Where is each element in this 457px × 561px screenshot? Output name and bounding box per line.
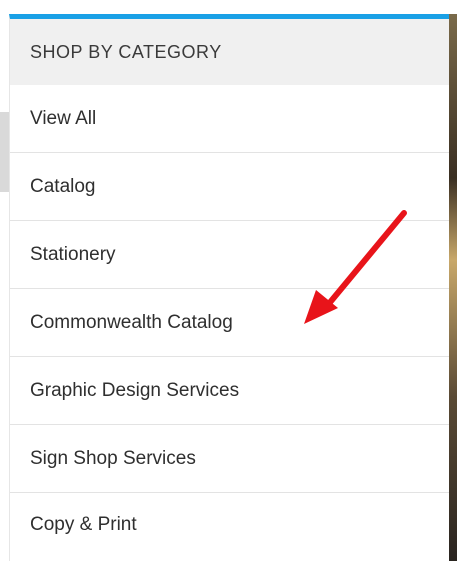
menu-item-catalog[interactable]: Catalog [10, 153, 449, 221]
menu-item-copy-print[interactable]: Copy & Print [10, 493, 449, 556]
background-image-edge [449, 14, 457, 561]
menu-item-label: Stationery [30, 243, 116, 265]
menu-item-graphic-design-services[interactable]: Graphic Design Services [10, 357, 449, 425]
menu-item-label: Copy & Print [30, 513, 137, 535]
menu-item-commonwealth-catalog[interactable]: Commonwealth Catalog [10, 289, 449, 357]
menu-item-sign-shop-services[interactable]: Sign Shop Services [10, 425, 449, 493]
dropdown-header-label: SHOP BY CATEGORY [30, 41, 222, 62]
menu-item-label: Commonwealth Catalog [30, 311, 233, 333]
dropdown-header: SHOP BY CATEGORY [10, 19, 449, 85]
background-strip [0, 112, 9, 192]
page: SHOP BY CATEGORY View All Catalog Statio… [0, 0, 457, 561]
menu-item-label: View All [30, 107, 97, 129]
menu-item-view-all[interactable]: View All [10, 85, 449, 153]
menu-item-label: Graphic Design Services [30, 379, 240, 401]
menu-item-label: Catalog [30, 175, 96, 197]
menu-item-label: Sign Shop Services [30, 447, 196, 469]
menu-item-stationery[interactable]: Stationery [10, 221, 449, 289]
category-dropdown: SHOP BY CATEGORY View All Catalog Statio… [9, 14, 449, 561]
